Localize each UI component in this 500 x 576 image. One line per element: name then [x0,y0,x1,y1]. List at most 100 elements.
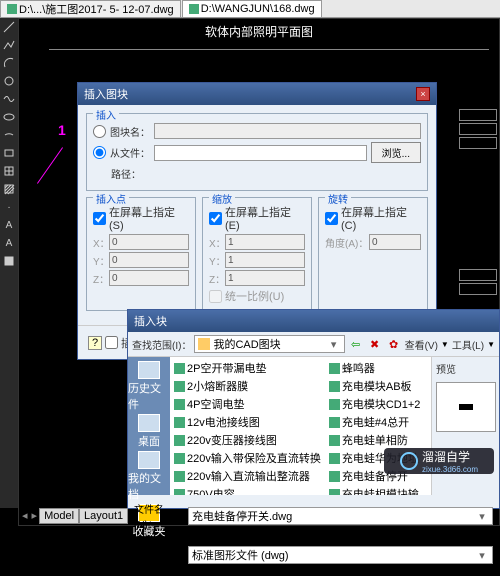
file-tab-2[interactable]: D:\WANGJUN\168.dwg [182,0,322,17]
point-tool[interactable]: · [0,198,18,216]
file-tab-1[interactable]: D:\...\施工图2017- 5- 12-07.dwg [0,0,181,17]
region-tool[interactable] [0,252,18,270]
sz-input [225,270,305,286]
folder-name: 我的CAD图块 [213,336,280,352]
help-icon[interactable]: ? [88,336,102,350]
file-item[interactable]: 220v输入直流输出整流器 [172,467,323,485]
ellipse-arc-tool[interactable] [0,126,18,144]
spline-tool[interactable] [0,90,18,108]
file-item[interactable]: 12v电池接线图 [172,413,323,431]
browse-button[interactable]: 浏览... [371,142,421,163]
uniform-scale-checkbox [209,290,222,303]
from-file-label: 从文件： [110,145,150,160]
dwg-icon [174,399,185,410]
folder-icon [198,338,210,350]
rect-tool[interactable] [0,144,18,162]
file-path-input[interactable] [154,145,367,161]
view-menu[interactable]: 查看(V) [405,337,438,352]
angle-label: 角度(A)： [325,235,369,250]
circle-tool[interactable] [0,72,18,90]
lookin-label: 查找范围(I)： [132,337,191,352]
file-item[interactable]: 蜂鸣器 [327,359,429,377]
onscreen-point-checkbox[interactable] [93,212,106,225]
drawing-title: 软体内部照明平面图 [19,23,499,40]
folder-combo[interactable]: 我的CAD图块 ▾ [194,335,344,353]
back-icon[interactable]: ⇦ [348,336,364,352]
onscreen-rotate-checkbox[interactable] [325,212,338,225]
layout-tabs: ◂ ▸ Model Layout1 [20,508,128,524]
file-item[interactable]: 充电模块CD1+2 [327,395,429,413]
preview-pane: 预览 [431,357,499,495]
dwg-icon [174,471,185,482]
file-item[interactable]: 220v变压器接线图 [172,431,323,449]
delete-icon[interactable]: ✖ [367,336,383,352]
dwg-icon [189,4,199,14]
sx-input [225,234,305,250]
insert-group: 插入 图块名： 从文件： 浏览... 路径： [86,113,428,191]
tools-menu[interactable]: 工具(L) [452,337,484,352]
file-item[interactable]: 2P空开带漏电垫 [172,359,323,377]
place-history[interactable]: 历史文件 [128,361,170,412]
layout-tab[interactable]: Layout1 [79,508,128,524]
file-list[interactable]: 2P空开带漏电垫2小熔断器膜4P空调电垫12v电池接线图220v变压器接线图22… [170,357,431,495]
place-desktop[interactable]: 桌面 [138,414,160,449]
insert-block-tool[interactable] [0,162,18,180]
explode-checkbox[interactable] [105,336,118,349]
text-tool[interactable]: A [0,216,18,234]
file-item[interactable]: 2小熔断器膜 [172,377,323,395]
from-file-radio[interactable] [93,146,106,159]
file-tab-label: D:\WANGJUN\168.dwg [201,3,315,15]
drawing-border [49,49,489,50]
history-icon [138,361,160,379]
left-toolbar: · A A [0,18,18,508]
x-input [109,234,189,250]
filetype-combo[interactable]: 标准图形文件 (dwg)▾ [188,546,493,564]
chevron-down-icon: ▾ [327,338,341,351]
group-label: 缩放 [209,191,235,206]
block-name-label: 图块名： [110,124,150,139]
annotation-1: 1 [58,122,66,138]
filename-combo[interactable]: 充电蛙备停开关.dwg▾ [188,507,493,525]
hatch-tool[interactable] [0,180,18,198]
dwg-icon [329,363,340,374]
dwg-icon [329,453,340,464]
angle-input [369,234,421,250]
insertion-point-group: 插入点 在屏幕上指定(S) X： Y： Z： [86,197,196,311]
chevron-down-icon: ▾ [475,549,489,562]
dialog-titlebar[interactable]: 插入块 [128,310,499,332]
drawing-legend [459,109,497,151]
place-documents[interactable]: 我的文档 [128,451,170,502]
file-item[interactable]: 4P空调电垫 [172,395,323,413]
watermark: 溜溜自学 zixue.3d66.com [384,448,494,474]
file-item[interactable]: 750V电容 [172,485,323,495]
block-name-radio[interactable] [93,125,106,138]
file-item[interactable]: 充电蛙#4总开 [327,413,429,431]
file-item[interactable]: 220v输入带保险及直流转换 [172,449,323,467]
arc-tool[interactable] [0,54,18,72]
up-icon[interactable]: ✿ [386,336,402,352]
file-item[interactable]: 充电模块AB板 [327,377,429,395]
dialog-title: 插入图块 [84,86,128,102]
line-tool[interactable] [0,18,18,36]
file-item[interactable]: 充电蛙相模块输 [327,485,429,495]
rotation-group: 旋转 在屏幕上指定(C) 角度(A)： [318,197,428,311]
dwg-icon [7,4,17,14]
mtext-tool[interactable]: A [0,234,18,252]
dwg-icon [329,381,340,392]
dialog-title: 插入块 [134,313,167,329]
model-tab[interactable]: Model [39,508,79,524]
file-item[interactable]: 充电蛙单相防 [327,431,429,449]
dwg-icon [174,381,185,392]
onscreen-scale-checkbox[interactable] [209,212,222,225]
dwg-icon [329,435,340,446]
filename-label: 文件名(N)： [134,501,184,531]
ellipse-tool[interactable] [0,108,18,126]
polyline-tool[interactable] [0,36,18,54]
dwg-icon [174,435,185,446]
sy-label: Y： [209,253,225,268]
close-icon[interactable]: × [416,87,430,101]
dialog-titlebar[interactable]: 插入图块 × [78,83,436,105]
preview-thumbnail [436,382,496,432]
path-label: 路径： [111,166,141,181]
dwg-icon [329,399,340,410]
